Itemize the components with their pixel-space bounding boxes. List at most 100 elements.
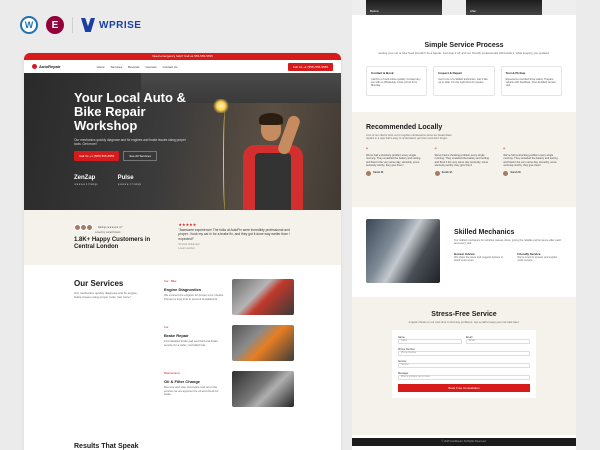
avatar (434, 170, 440, 176)
services-intro: Our Services Our mechanics quickly diagn… (74, 279, 144, 417)
site-footer: © 2025 AutoRepair. All Rights Reserved. (352, 438, 576, 446)
review-list: “ We've had a shocking problem every sin… (366, 148, 562, 176)
service-text: Car · Bike Engine Diagnostics We connect… (164, 279, 224, 315)
site-logo[interactable]: AutoRepair (32, 64, 61, 69)
submit-button[interactable]: Book Free Consultation (398, 384, 530, 393)
service-card[interactable]: Maintenance Oil & Filter Change Remove a… (164, 371, 294, 407)
avatar (503, 170, 509, 176)
mechanic-apron (255, 153, 291, 210)
emergency-topbar: Need emergency help? Call us 555-555-555… (24, 53, 341, 60)
contact-section: Stress-Free Service A quick check on our… (352, 296, 576, 435)
customers-headline: 1.8K+ Happy Customers in Central London (74, 237, 151, 250)
process-section: Simple Service Process Getting your car … (352, 42, 576, 96)
contact-text: A quick check on our own time to find an… (408, 319, 520, 324)
before-image: Before (366, 0, 442, 15)
pulse-rating: ★★★★★ 4.7 ratings (117, 183, 142, 187)
homepage-preview: Need emergency help? Call us 555-555-555… (24, 53, 341, 450)
service-tag: Car (164, 325, 169, 329)
recommend-section: Recommended Locally A lot of our clients… (352, 111, 576, 207)
nav-call-button[interactable]: Call Us +1 (555) 555-5555 (287, 62, 333, 71)
service-card[interactable]: Car · Bike Engine Diagnostics We connect… (164, 279, 294, 315)
pulse-logo: Pulse ★★★★★ 4.7 ratings (118, 175, 142, 186)
service-desc: Find detailed brake pad and fluid and br… (164, 339, 218, 347)
skilled-section: Skilled Mechanics Our skilled mechanics … (352, 207, 576, 297)
inner-page-preview: Before After Simple Service Process Gett… (352, 0, 576, 450)
review-card: “ We've had a shocking problem every sin… (503, 148, 562, 176)
quote-role: Local member (178, 247, 195, 251)
rating-subtext: Loved by Local Drivers (95, 231, 121, 234)
before-after-strip: Before After (352, 0, 576, 15)
zenzap-logo: ZenZap ★★★★★ 4.9 ratings (74, 175, 98, 186)
reviewer: Sarah M. (434, 170, 494, 176)
process-steps: Contact & Book Call Fix or book online q… (366, 65, 562, 96)
service-select[interactable]: Service (398, 363, 530, 369)
lamp-cable (223, 111, 227, 210)
review-text: We've had a shocking problem every singl… (434, 153, 489, 168)
process-text: Getting your car or bike fixed shouldn't… (378, 51, 550, 55)
process-title: Simple Service Process (424, 42, 504, 49)
skilled-text: Skilled Mechanics Our skilled mechanics … (454, 219, 562, 285)
service-image (232, 279, 294, 315)
hero-content: Your Local Auto & Bike Repair Workshop O… (74, 91, 194, 186)
service-title: Brake Repair (164, 333, 189, 338)
process-step: Contact & Book Call Fix or book online q… (366, 65, 428, 96)
feature-friendly: Friendly Service We're tuned to answer an… (517, 252, 562, 262)
feature-honest: Honest Advice We share the issue and sugg… (454, 252, 509, 262)
recommend-lead: A lot of our clients trust us for regula… (366, 133, 452, 141)
service-image (232, 371, 294, 407)
mechanic-hair (259, 113, 283, 125)
service-text: Car Brake Repair Find detailed brake pad… (164, 325, 224, 361)
hero-services-button[interactable]: See All Services (123, 151, 157, 162)
service-card[interactable]: Car Brake Repair Find detailed brake pad… (164, 325, 294, 361)
badge-divider (72, 17, 73, 33)
reviewer-name: Sarah M. (510, 171, 522, 175)
review-card: “ We've had a shocking problem every sin… (434, 148, 494, 176)
reviewer-name: Sarah M. (373, 171, 384, 175)
platform-badges: W E WPRISE (20, 16, 141, 34)
engine-bay-image (366, 218, 441, 283)
service-image (232, 325, 294, 361)
zenzap-name: ZenZap (74, 175, 96, 182)
logo-text: AutoRepair (39, 64, 61, 69)
name-field[interactable]: Name (398, 339, 462, 345)
wprise-mark-icon (81, 18, 95, 32)
nav-home[interactable]: Home (97, 65, 105, 69)
nav-services[interactable]: Services (111, 65, 123, 69)
pulse-name: Pulse (117, 175, 134, 182)
review-text: We've had a shocking problem every singl… (503, 153, 558, 168)
nav-contact[interactable]: Contact Us (163, 65, 178, 69)
avatar (366, 170, 371, 176)
zenzap-rating: ★★★★★ 4.9 ratings (74, 183, 98, 187)
wprise-logo: WPRISE (81, 18, 141, 32)
services-title: Our Services (74, 279, 124, 288)
rating-text: Ratings ★★★★★ 4.7 (98, 226, 123, 229)
hero-text: Our mechanics quickly diagnose and fix e… (74, 138, 186, 147)
reviewer: Sarah M. (503, 170, 562, 176)
feature-text: We're tuned to answer and explain quick … (517, 255, 558, 262)
services-section: Our Services Our mechanics quickly diagn… (24, 265, 341, 431)
reviewer-name: Sarah M. (441, 171, 453, 175)
hero-call-button[interactable]: Call Us +1 (555) 555-5555 (74, 151, 120, 162)
step-text: Call Fix or book online quickly. Contact… (371, 77, 421, 87)
email-field[interactable]: Email (466, 339, 530, 345)
results-heading: Results That Speak (74, 443, 139, 450)
review-card: “ We've had a shocking problem every sin… (366, 148, 425, 176)
process-step: Inspect & Repair Get it one of a Skilled… (433, 65, 495, 96)
service-text: Maintenance Oil & Filter Change Remove a… (164, 371, 224, 407)
services-subtitle: Our mechanics quickly diagnose and fix e… (74, 291, 138, 299)
hero-section: Your Local Auto & Bike Repair Workshop O… (24, 73, 341, 210)
skilled-features: Honest Advice We share the issue and sugg… (454, 252, 562, 262)
after-label: After (470, 9, 477, 13)
elementor-icon: E (46, 16, 64, 34)
service-title: Engine Diagnostics (164, 287, 202, 292)
service-tag: Maintenance (164, 371, 181, 375)
contact-title: Stress-Free Service (431, 310, 497, 318)
nav-courses[interactable]: Courses (145, 65, 156, 69)
message-field[interactable]: Write a problem call or issue (398, 375, 530, 381)
phone-field[interactable]: Phone Number (398, 351, 530, 357)
nav-reviews[interactable]: Reviews (128, 65, 139, 69)
avatar (86, 224, 93, 231)
before-label: Before (370, 9, 379, 13)
wprise-label: WPRISE (99, 19, 142, 31)
step-text: Get it one of a Skilled technician. Get … (438, 77, 488, 84)
